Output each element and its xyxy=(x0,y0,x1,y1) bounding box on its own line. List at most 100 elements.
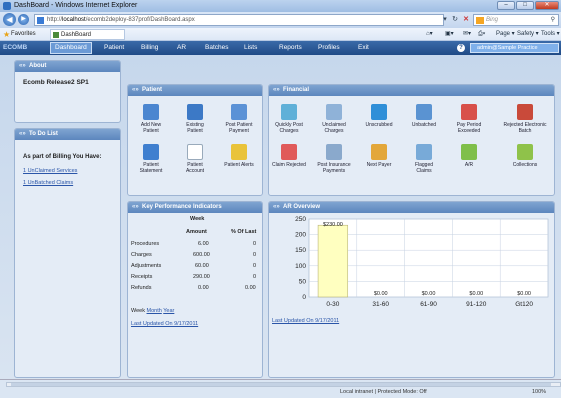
minimize-button[interactable]: – xyxy=(497,1,515,10)
zoom-level[interactable]: 100% xyxy=(532,389,546,395)
collapse-icon[interactable]: «» xyxy=(132,202,139,213)
ar-header: «» AR Overview xyxy=(269,202,554,213)
todo-link-unbatched[interactable]: 1 UnBatched Claims xyxy=(23,180,73,186)
ie-icon xyxy=(3,2,11,10)
page-menu[interactable]: Page ▾ xyxy=(496,28,515,41)
nav-batches[interactable]: Batches xyxy=(205,41,229,55)
tile-patient-alerts[interactable]: Patient Alerts xyxy=(222,144,256,168)
tile-rejected-electronic-batch[interactable]: Rejected Electronic Batch xyxy=(497,104,553,134)
collapse-icon[interactable]: «» xyxy=(19,61,26,72)
insurance-payment-icon xyxy=(326,144,342,160)
favorites-star-icon[interactable]: ★ xyxy=(3,28,10,41)
nav-patient[interactable]: Patient xyxy=(104,41,124,55)
nav-reports[interactable]: Reports xyxy=(279,41,302,55)
help-icon[interactable]: ? xyxy=(457,44,465,52)
collections-icon xyxy=(517,144,533,160)
status-zone-text: Local intranet | Protected Mode: Off xyxy=(340,389,427,395)
status-bar: Local intranet | Protected Mode: Off 100… xyxy=(0,379,561,398)
tile-unbatched[interactable]: Unbatched xyxy=(407,104,441,128)
tile-unscrubbed[interactable]: Unscrubbed xyxy=(362,104,396,128)
window-titlebar: DashBoard - Windows Internet Explorer – … xyxy=(0,0,561,12)
tile-add-new-patient[interactable]: Add New Patient xyxy=(134,104,168,134)
maximize-button[interactable]: □ xyxy=(516,1,534,10)
tools-menu[interactable]: Tools ▾ xyxy=(541,28,560,41)
todo-panel: «» To Do List As part of Billing You Have… xyxy=(14,128,121,378)
mail-icon[interactable]: ✉▾ xyxy=(463,28,471,41)
forward-button[interactable]: ▶ xyxy=(18,14,29,25)
claim-rejected-icon xyxy=(281,144,297,160)
nav-exit[interactable]: Exit xyxy=(358,41,369,55)
period-month-link[interactable]: Month xyxy=(147,308,162,314)
x-tick-label: 91-120 xyxy=(466,301,487,308)
app-brand: ECOMB xyxy=(3,44,28,51)
tile-quickly-post-charges[interactable]: Quickly Post Charges xyxy=(272,104,306,134)
feeds-icon[interactable]: ▣▾ xyxy=(445,28,454,41)
collapse-icon[interactable]: «» xyxy=(132,85,139,96)
x-tick-label: 31-60 xyxy=(372,301,389,308)
app-nav-bar: ECOMB Dashboard Patient Billing AR Batch… xyxy=(0,41,561,55)
browser-tab-dashboard[interactable]: DashBoard xyxy=(50,29,125,40)
todo-link-unclaimed[interactable]: 1 UnClaimed Services xyxy=(23,168,77,174)
user-badge[interactable]: admin@Sample Practice xyxy=(470,43,559,53)
safety-menu[interactable]: Safety ▾ xyxy=(517,28,539,41)
patient-panel: «» Patient Add New Patient Existing Patie… xyxy=(127,84,263,196)
y-tick-label: 250 xyxy=(295,216,306,223)
back-button[interactable]: ◀ xyxy=(3,13,16,26)
collapse-icon[interactable]: «» xyxy=(19,129,26,140)
tile-post-patient-payment[interactable]: Post Patient Payment xyxy=(222,104,256,134)
nav-profiles[interactable]: Profiles xyxy=(318,41,340,55)
period-year-link[interactable]: Year xyxy=(163,308,174,314)
tile-collections[interactable]: Collections xyxy=(501,144,549,168)
favorites-button[interactable]: Favorites xyxy=(11,28,36,41)
nav-ar[interactable]: AR xyxy=(177,41,186,55)
unclaimed-icon xyxy=(326,104,342,120)
unbatched-icon xyxy=(416,104,432,120)
window-title: DashBoard - Windows Internet Explorer xyxy=(14,2,138,9)
alert-icon xyxy=(231,144,247,160)
ar-icon xyxy=(461,144,477,160)
compat-view-icon[interactable]: ▾ xyxy=(440,14,450,26)
kpi-col-pct: % Of Last xyxy=(231,229,257,235)
tile-next-payer[interactable]: Next Payer xyxy=(362,144,396,168)
tile-claim-rejected[interactable]: Claim Rejected xyxy=(272,144,306,168)
nav-billing[interactable]: Billing xyxy=(141,41,158,55)
tile-unclaimed-charges[interactable]: Unclaimed Charges xyxy=(317,104,351,134)
search-input[interactable]: Bing ⚲ xyxy=(473,14,559,26)
data-label: $0.00 xyxy=(374,291,388,297)
scrollbar-thumb[interactable] xyxy=(11,383,551,386)
tile-flagged-claims[interactable]: Flagged Claims xyxy=(407,144,441,174)
todo-title: As part of Billing You Have: xyxy=(23,154,102,160)
tile-patient-statement[interactable]: Patient Statement xyxy=(134,144,168,174)
refresh-icon[interactable]: ↻ xyxy=(450,14,460,26)
nav-dashboard[interactable]: Dashboard xyxy=(50,42,92,54)
horizontal-scrollbar[interactable] xyxy=(6,382,561,387)
period-week-link[interactable]: Week xyxy=(131,308,145,314)
patient-icon xyxy=(187,104,203,120)
favicon-icon xyxy=(53,32,59,38)
stop-icon[interactable]: ✕ xyxy=(461,14,471,26)
home-icon[interactable]: ⌂▾ xyxy=(426,28,433,41)
print-icon[interactable]: ⎙▾ xyxy=(478,28,485,41)
tile-ar[interactable]: A/R xyxy=(452,144,486,168)
payment-icon xyxy=(231,104,247,120)
nav-lists[interactable]: Lists xyxy=(244,41,257,55)
collapse-icon[interactable]: «» xyxy=(273,202,280,213)
close-button[interactable]: ✕ xyxy=(535,1,559,10)
account-icon xyxy=(187,144,203,160)
ar-updated-link[interactable]: Last Updated On 9/17/2011 xyxy=(272,318,339,324)
collapse-icon[interactable]: «» xyxy=(273,85,280,96)
tile-existing-patient[interactable]: Existing Patient xyxy=(178,104,212,134)
next-payer-icon xyxy=(371,144,387,160)
kpi-header: «» Key Performance Indicators xyxy=(128,202,262,213)
tile-patient-account[interactable]: Patient Account xyxy=(178,144,212,174)
y-tick-label: 100 xyxy=(295,263,306,270)
favorites-bar: ★ Favorites DashBoard ⌂▾ ▣▾ ✉▾ ⎙▾ Page ▾… xyxy=(0,28,561,41)
tile-post-insurance-payments[interactable]: Post Insurance Payments xyxy=(317,144,351,174)
kpi-period-links: Week Month Year xyxy=(131,308,174,314)
tile-pay-period-exceeded[interactable]: Pay Period Exceeded xyxy=(452,104,486,134)
search-icon[interactable]: ⚲ xyxy=(551,15,555,26)
kpi-updated-link[interactable]: Last Updated On 9/17/2011 xyxy=(131,321,198,327)
url-input[interactable]: http://localhost/ecomb2deploy-837prof/Da… xyxy=(34,14,444,26)
kpi-row: Procedures 6.00 0 xyxy=(131,241,257,247)
kpi-row: Charges 600.00 0 xyxy=(131,252,257,258)
